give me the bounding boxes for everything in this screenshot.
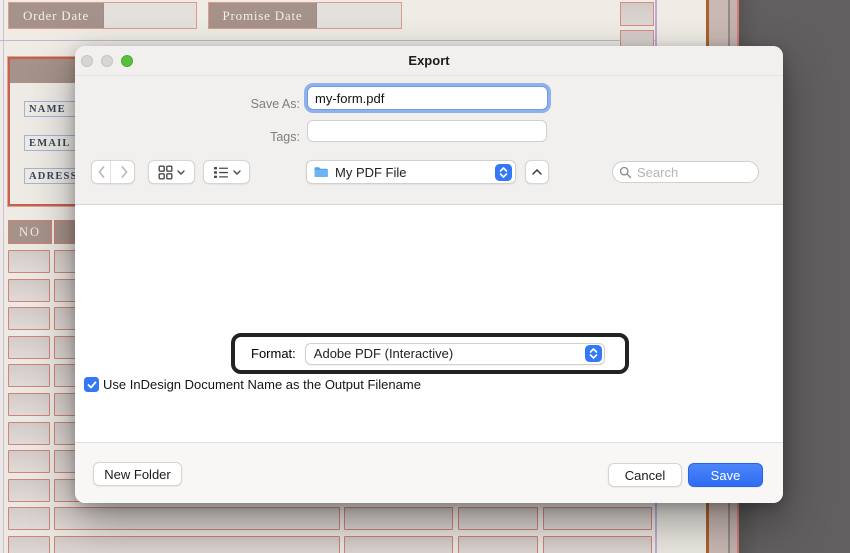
form-table-cell [344,507,453,530]
forward-button[interactable] [115,161,134,183]
form-table-cell [8,307,50,330]
chevron-down-icon [232,169,241,175]
search-input[interactable] [612,161,759,183]
format-dropdown[interactable]: Adobe PDF (Interactive) [304,342,605,365]
form-table-cell [543,536,652,553]
form-table-cell [8,479,50,502]
form-table-cell [543,507,652,530]
form-table-cell [8,279,50,302]
form-table-cell [8,507,50,530]
history-nav-group [91,160,135,184]
folder-icon [314,167,328,177]
stepper-icon [584,345,602,362]
list-view-button[interactable] [203,160,250,184]
form-table-cell [8,393,50,416]
screen: Order Date Promise Date NAME EMAIL ADRES… [0,0,850,553]
search-icon [619,166,632,179]
form-table-cell [54,507,340,530]
tags-input[interactable] [307,120,547,142]
chevron-left-icon [97,166,104,178]
use-name-checkbox[interactable] [84,377,99,392]
list-view-icon [213,166,228,178]
form-table-cell [8,364,50,387]
form-table-cell [458,536,538,553]
save-as-label: Save As: [250,97,300,111]
format-label: Format: [251,346,296,361]
back-button[interactable] [92,161,112,183]
form-table-cell [458,507,538,530]
form-table-cell [8,336,50,359]
grid-view-icon [158,165,173,180]
save-button[interactable]: Save [688,463,763,487]
form-table-cell [344,536,453,553]
form-table-cell [8,422,50,445]
use-name-checkbox-label[interactable]: Use InDesign Document Name as the Output… [103,377,421,392]
cancel-button[interactable]: Cancel [608,463,682,487]
tags-label: Tags: [270,130,300,144]
form-table-cell [8,536,50,553]
form-table-cell [8,450,50,473]
collapse-panel-button[interactable] [525,160,549,184]
location-dropdown[interactable]: My PDF File [306,160,516,184]
form-table-cell [54,536,340,553]
export-dialog: Export Save As: Tags: My PDF File [75,46,783,503]
stepper-icon [495,163,512,181]
checkmark-icon [87,380,96,388]
new-folder-button[interactable]: New Folder [93,462,182,486]
location-dropdown-value: My PDF File [335,164,407,180]
chevron-up-icon [532,169,542,175]
format-row-highlight: Format: Adobe PDF (Interactive) [231,333,629,374]
chevron-down-icon [177,169,185,175]
save-as-input[interactable] [307,86,548,110]
form-table-cell [8,250,50,273]
chevron-right-icon [121,166,128,178]
file-browser-area[interactable] [75,206,783,442]
format-dropdown-value: Adobe PDF (Interactive) [313,346,454,361]
dialog-title: Export [408,53,450,68]
icon-view-button[interactable] [148,160,195,184]
